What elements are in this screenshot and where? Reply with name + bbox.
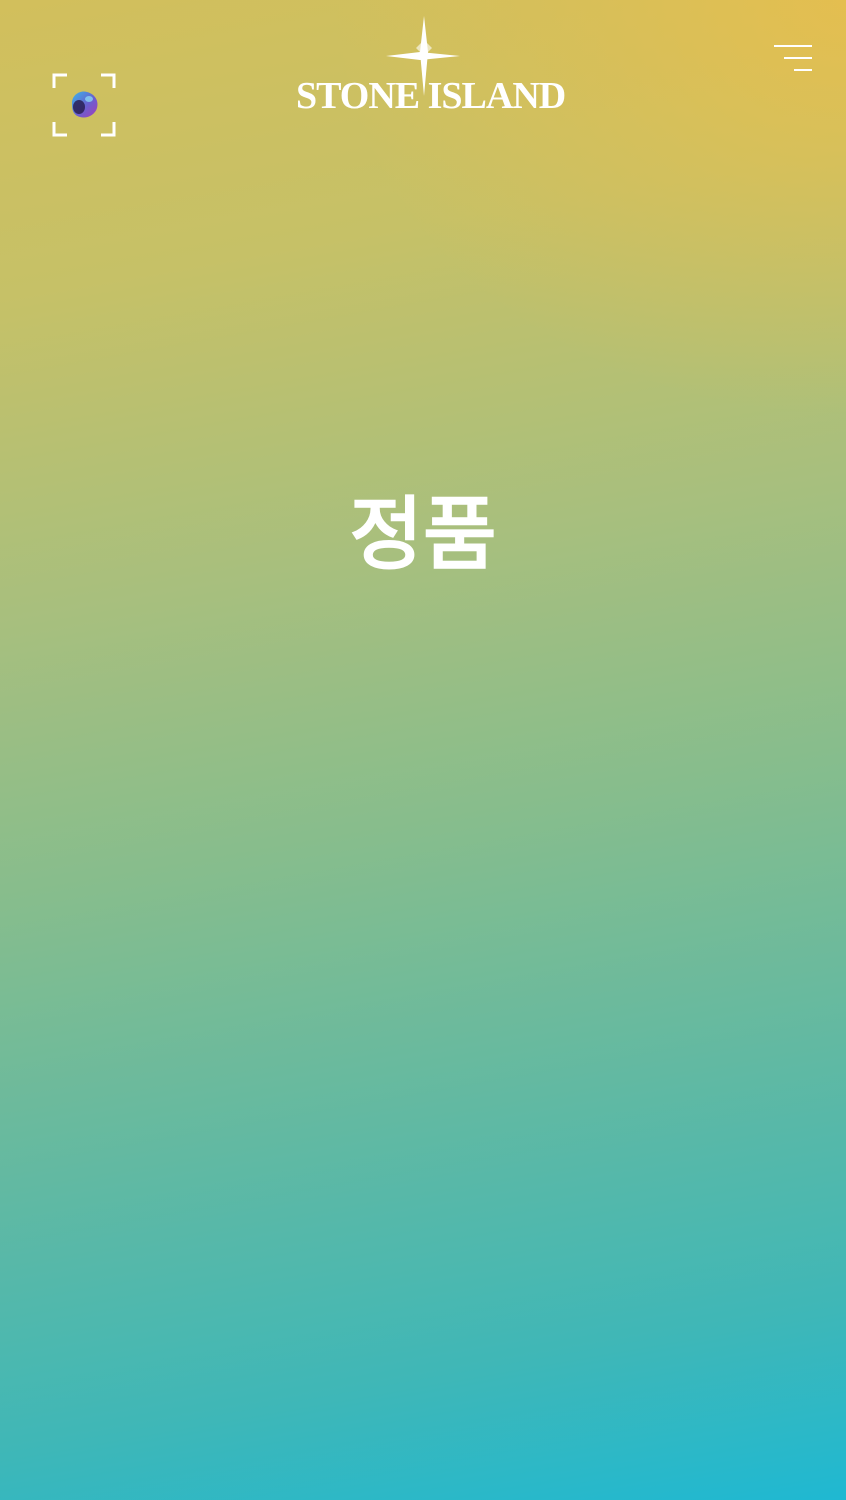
menu-line — [784, 57, 812, 59]
page-title: 정품 — [349, 488, 497, 581]
ar-scan-button[interactable] — [52, 73, 116, 137]
header: STONE ISLAND — [0, 0, 846, 160]
hamburger-menu-icon — [774, 45, 812, 47]
brand-name: STONE ISLAND — [296, 75, 566, 117]
menu-button[interactable] — [770, 40, 816, 76]
brand-logo[interactable]: STONE ISLAND — [296, 16, 566, 116]
ar-scan-icon — [52, 73, 116, 137]
menu-line — [794, 69, 812, 71]
